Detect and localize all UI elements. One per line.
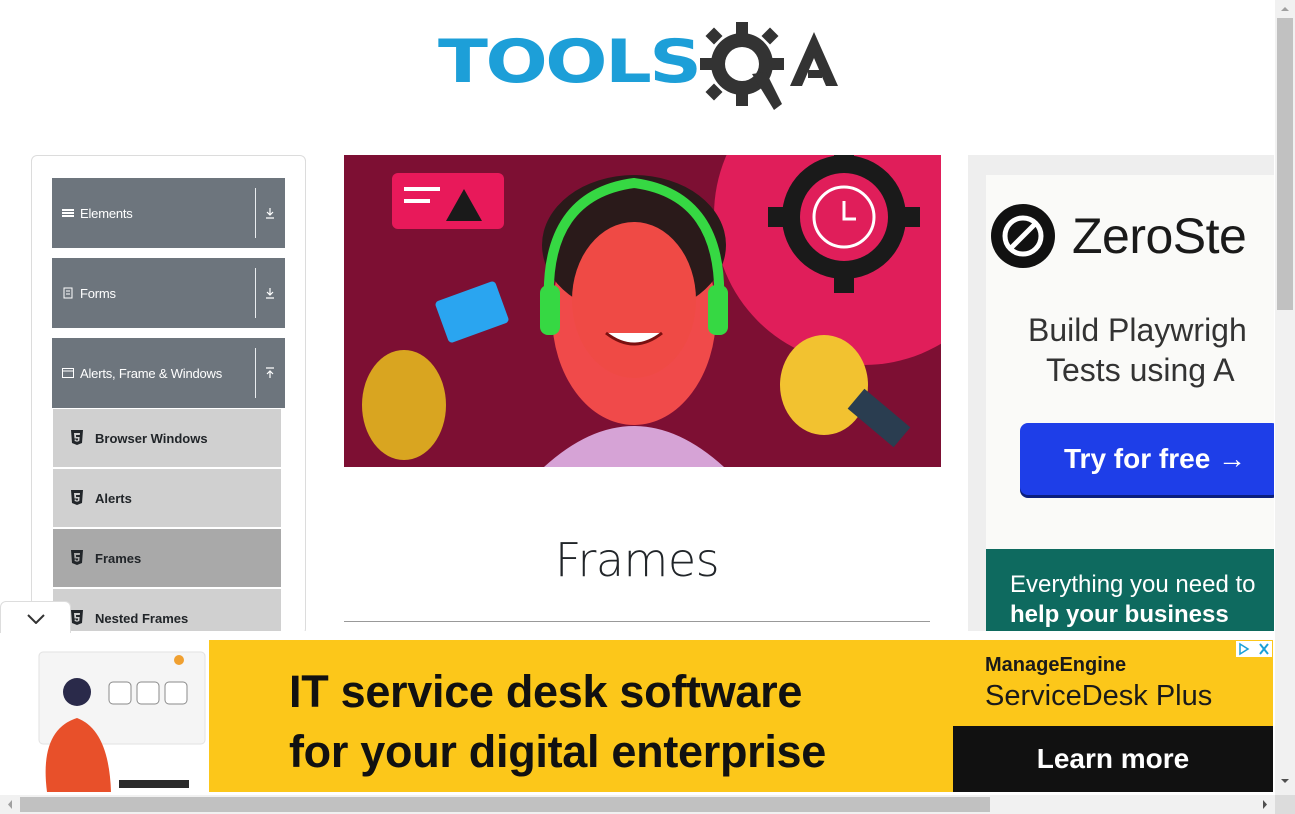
ad-headline: IT service desk software for your digita…	[289, 662, 826, 782]
ad-headline-line: Tests using A	[1046, 352, 1235, 388]
divider	[255, 348, 256, 398]
divider	[255, 188, 256, 238]
sidebar-item-label: Browser Windows	[95, 430, 208, 446]
sidebar-group-alerts-frame-windows[interactable]: Alerts, Frame & Windows	[52, 338, 285, 408]
ad-illustration	[19, 640, 209, 792]
toolsqa-logo[interactable]: TOOLS	[438, 18, 840, 114]
learn-more-button[interactable]: Learn more	[953, 726, 1273, 792]
horizontal-scrollbar[interactable]	[0, 795, 1275, 814]
ad-headline-line: for your digital enterprise	[289, 726, 826, 777]
form-icon	[63, 287, 73, 299]
html5-icon	[71, 610, 83, 625]
html5-icon	[71, 550, 83, 565]
ad-footer-line: help your business	[1010, 601, 1229, 628]
collapse-icon[interactable]	[264, 366, 276, 380]
divider	[255, 268, 256, 318]
scrollbar-thumb[interactable]	[20, 797, 990, 812]
scroll-left-icon[interactable]	[0, 795, 20, 814]
vertical-scrollbar[interactable]	[1275, 0, 1295, 796]
scroll-down-icon[interactable]	[1275, 772, 1295, 790]
logo-a-glyph	[790, 32, 838, 86]
scrollbar-corner	[1275, 795, 1295, 814]
scroll-up-icon[interactable]	[1275, 0, 1295, 18]
sidebar-item-frames[interactable]: Frames	[53, 529, 281, 587]
logo-tools-text: TOOLS	[438, 27, 702, 97]
sidebar-group-label: Forms	[80, 285, 116, 301]
divider	[344, 621, 930, 622]
list-icon	[62, 209, 74, 217]
servicedesk-product: ServiceDesk Plus	[985, 680, 1213, 712]
window-icon	[62, 368, 74, 378]
sidebar-item-browser-windows[interactable]: Browser Windows	[53, 409, 281, 467]
ad-brand: ZeroSte	[1072, 208, 1247, 264]
ad-footer-line: Everything you need to	[1010, 571, 1256, 598]
sidebar-item-label: Alerts	[95, 490, 132, 506]
chevron-down-icon	[27, 614, 45, 624]
html5-icon	[71, 490, 83, 505]
page-title: Frames	[554, 533, 720, 587]
sidebar-item-label: Nested Frames	[95, 610, 189, 626]
sidebar-item-alerts[interactable]: Alerts	[53, 469, 281, 527]
sidebar-group-label: Alerts, Frame & Windows	[80, 365, 223, 381]
promo-banner-image[interactable]	[344, 155, 941, 467]
ad-headline-line: Build Playwrigh	[1028, 312, 1247, 348]
sidebar-group-elements[interactable]: Elements	[52, 178, 285, 248]
gear-icon	[700, 22, 784, 110]
scrollbar-thumb[interactable]	[1277, 18, 1293, 310]
zerostep-logo-icon	[991, 204, 1055, 268]
collapse-ad-button[interactable]	[0, 601, 71, 633]
manageengine-brand: ManageEngine	[985, 654, 1127, 676]
banner-illustration	[344, 155, 941, 467]
servicedesk-ad[interactable]: IT service desk software for your digita…	[19, 640, 1273, 792]
ad-headline: Build Playwrigh Tests using A	[1028, 310, 1274, 390]
try-for-free-button[interactable]: Try for free →	[1020, 423, 1274, 495]
expand-icon[interactable]	[264, 286, 276, 300]
scroll-right-icon[interactable]	[1255, 795, 1275, 814]
expand-icon[interactable]	[264, 206, 276, 220]
ad-footer-band: Everything you need to help your busines…	[986, 549, 1274, 635]
html5-icon	[71, 430, 83, 445]
sidebar-group-forms[interactable]: Forms	[52, 258, 285, 328]
zerostep-ad[interactable]: ZeroSte Build Playwrigh Tests using A Tr…	[968, 155, 1274, 635]
ad-headline-line: IT service desk software	[289, 666, 803, 717]
sidebar-item-label: Frames	[95, 550, 142, 566]
adchoices-icon[interactable]	[1236, 641, 1272, 657]
sidebar-group-label: Elements	[80, 205, 133, 221]
